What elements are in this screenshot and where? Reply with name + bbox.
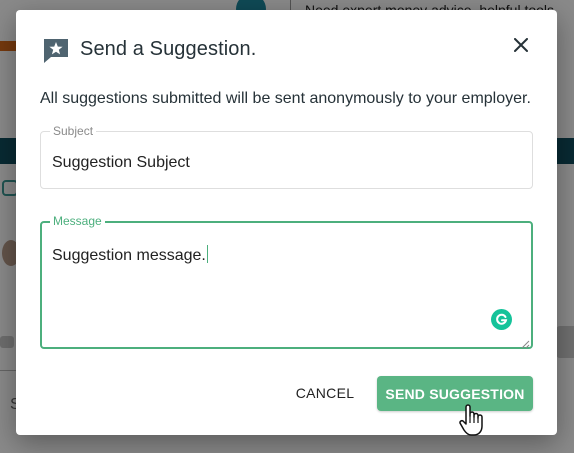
- message-textarea[interactable]: Suggestion message.: [52, 245, 208, 265]
- dialog-title: Send a Suggestion.: [80, 38, 257, 60]
- star-chat-icon: [42, 37, 70, 65]
- close-icon: [514, 37, 528, 57]
- suggestion-dialog: Send a Suggestion. All suggestions submi…: [16, 10, 557, 435]
- subject-label: Subject: [50, 124, 97, 138]
- dialog-description: All suggestions submitted will be sent a…: [40, 90, 531, 107]
- hand-pointer-cursor-icon: [458, 403, 486, 437]
- resize-handle-icon[interactable]: [520, 336, 530, 349]
- message-text: Suggestion message.: [52, 247, 206, 264]
- close-button[interactable]: [510, 36, 532, 58]
- cancel-button[interactable]: CANCEL: [292, 381, 358, 405]
- message-label: Message: [50, 214, 105, 228]
- grammarly-icon[interactable]: [491, 309, 512, 330]
- subject-field[interactable]: Subject Suggestion Subject: [40, 124, 533, 189]
- text-caret: [206, 245, 208, 263]
- send-suggestion-button[interactable]: SEND SUGGESTION: [377, 376, 533, 411]
- message-field[interactable]: Message Suggestion message.: [40, 214, 533, 349]
- subject-input[interactable]: Suggestion Subject: [52, 154, 190, 172]
